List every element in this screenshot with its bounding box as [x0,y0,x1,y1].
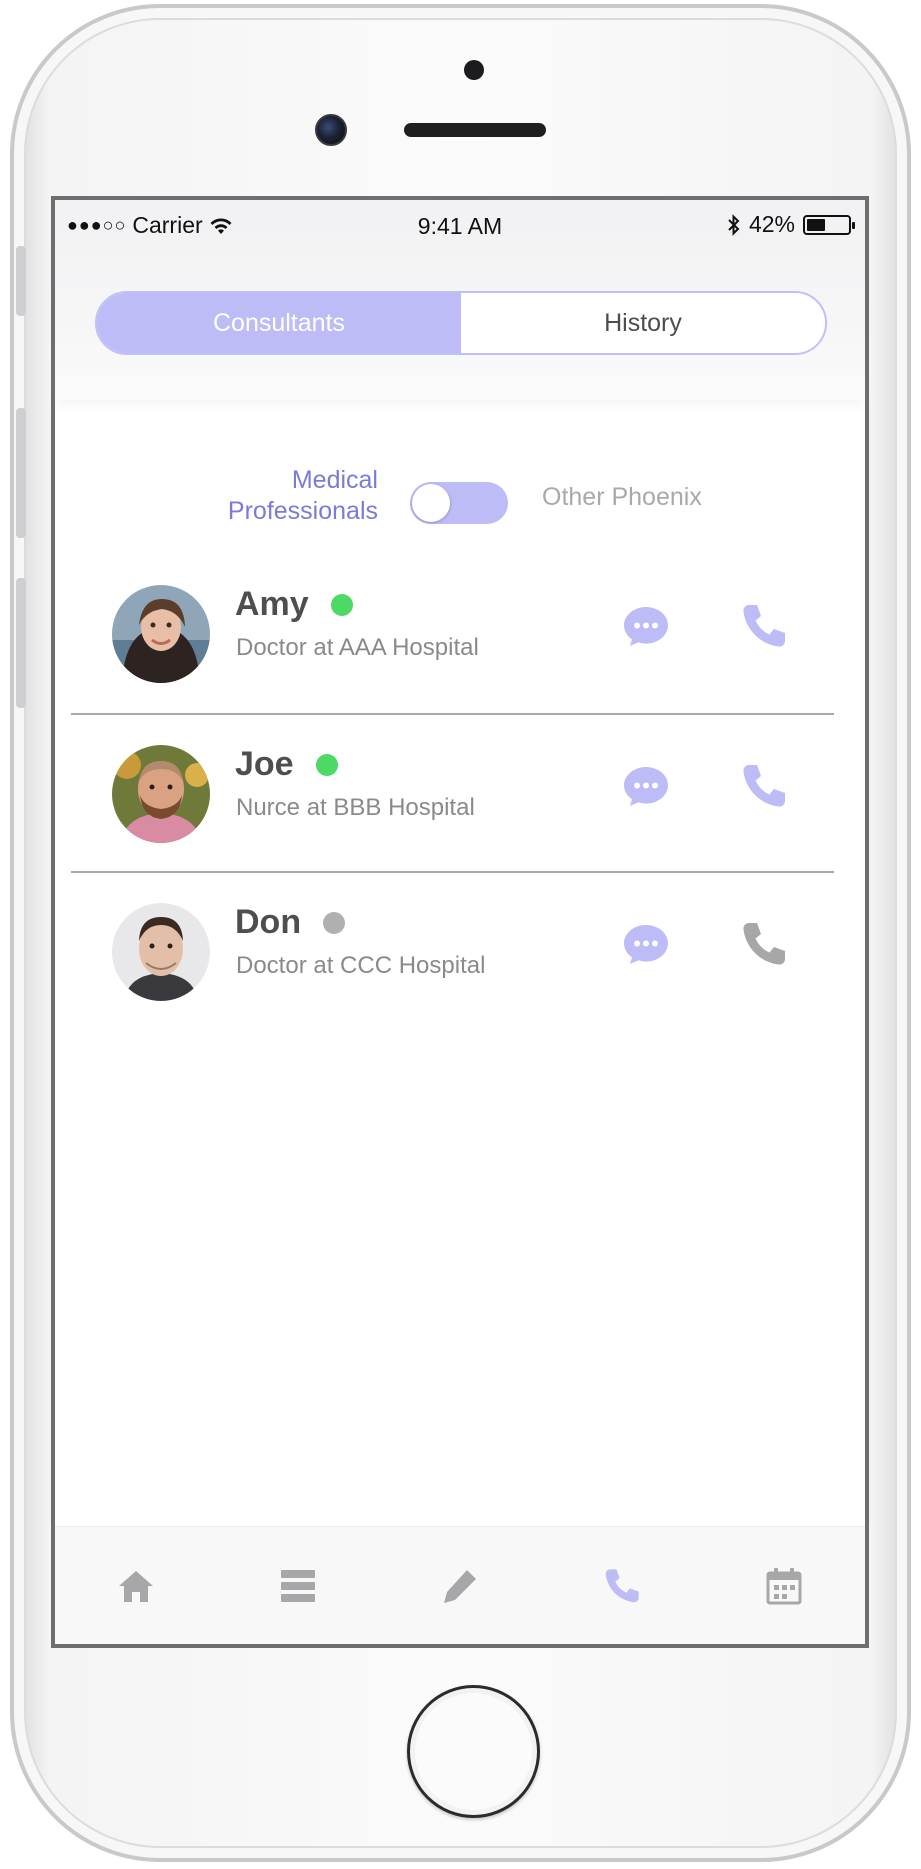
pencil-icon [444,1569,476,1603]
chat-bubble-icon[interactable] [622,922,670,966]
consultant-list: Amy Doctor at AAA Hospital Joe Nurce at … [55,555,865,1029]
medical-professionals-line2: Professionals [227,497,378,525]
front-camera [315,114,347,146]
phone-icon [605,1568,639,1602]
consultant-name: Don [235,903,302,941]
list-icon [281,1569,315,1602]
avatar [112,745,210,843]
battery-icon [803,214,855,235]
tab-history[interactable]: History [461,293,825,353]
chat-bubble-icon[interactable] [622,604,670,648]
chat-bubble-icon[interactable] [622,764,670,808]
tab-calls[interactable] [582,1546,662,1626]
phone-icon[interactable] [740,762,788,810]
battery-status: 42% [727,211,855,238]
consultant-title: Doctor at CCC Hospital [236,952,486,979]
medical-professionals-line1: Medical [291,466,378,494]
battery-level [807,218,826,231]
tab-home[interactable] [96,1546,176,1626]
mute-switch [16,246,26,316]
consultant-title: Doctor at AAA Hospital [236,634,479,661]
offline-status-dot [323,911,346,934]
phone-icon[interactable] [740,920,788,968]
filter-toggle-row: Medical Professionals Other Phoenix [55,465,865,535]
consultant-name: Amy [235,585,309,623]
name-line: Joe [235,745,338,784]
bottom-tab-bar [55,1526,865,1644]
list-item[interactable]: Joe Nurce at BBB Hospital [71,713,834,871]
app-screen: ●●●○○ Carrier 9:41 AM 42% Consultants Hi… [51,196,869,1648]
avatar-joe-image [112,745,210,843]
name-line: Don [235,903,346,942]
online-status-dot [330,593,353,616]
toggle-knob [412,484,450,522]
avatar-amy-image [112,585,210,683]
list-item[interactable]: Amy Doctor at AAA Hospital [55,555,865,713]
avatar [112,903,210,1001]
volume-up-button [16,408,26,538]
earpiece-speaker [404,123,546,137]
proximity-sensor [464,60,484,80]
online-status-dot [315,753,338,776]
name-line: Amy [235,585,353,624]
tab-consultants[interactable]: Consultants [97,293,461,353]
calendar-icon [766,1567,802,1604]
consultant-name: Joe [235,745,294,783]
battery-percent: 42% [748,211,795,237]
tab-edit[interactable] [420,1546,500,1626]
home-button[interactable] [407,1685,540,1818]
list-item[interactable]: Don Doctor at CCC Hospital [71,871,834,1029]
bluetooth-icon [728,213,740,236]
medical-professionals-label[interactable]: Medical Professionals [228,465,378,527]
avatar-don-image [112,903,210,1001]
volume-down-button [16,578,26,708]
tab-calendar[interactable] [744,1546,824,1626]
avatar [112,585,210,683]
tab-list[interactable] [258,1546,338,1626]
segmented-control: Consultants History [95,291,827,355]
consultant-title: Nurce at BBB Hospital [236,794,475,821]
filter-toggle-switch[interactable] [410,482,508,524]
other-phoenix-label[interactable]: Other Phoenix [542,483,702,512]
status-bar: ●●●○○ Carrier 9:41 AM 42% [55,200,865,248]
phone-icon[interactable] [740,602,788,650]
home-icon [119,1570,153,1602]
